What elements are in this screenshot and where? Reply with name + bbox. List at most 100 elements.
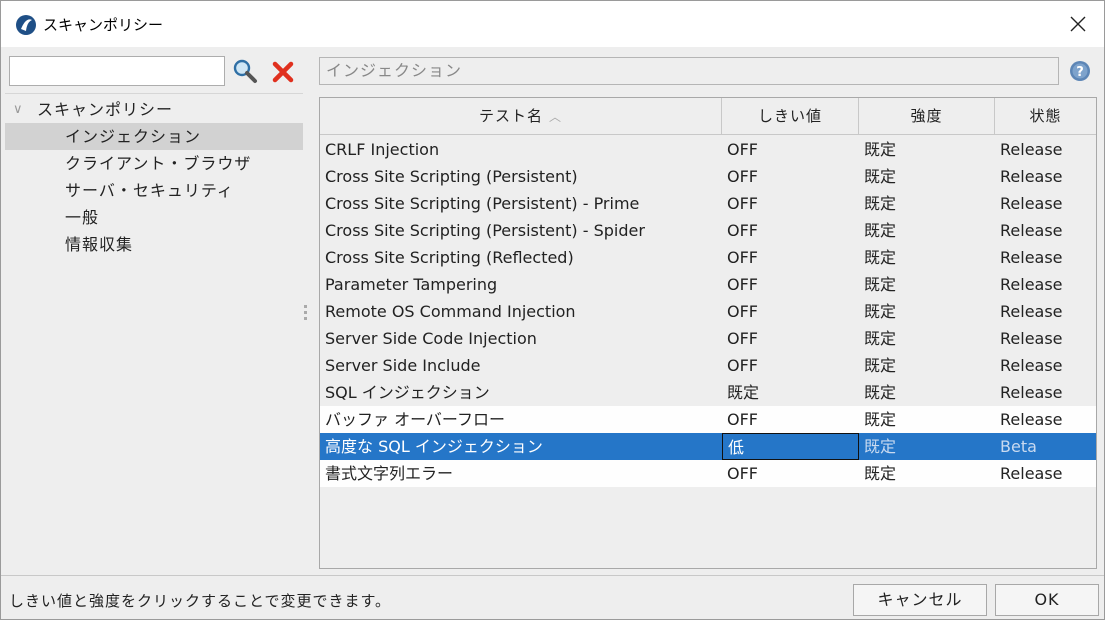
table-row[interactable]: SQL インジェクション 既定 既定 Release — [320, 379, 1096, 406]
cell-threshold[interactable]: OFF — [722, 136, 859, 163]
table-row[interactable]: Cross Site Scripting (Reflected) OFF 既定 Rel… — [320, 244, 1096, 271]
tree-root[interactable]: ∨ スキャンポリシー — [5, 96, 303, 123]
cell-strength[interactable]: 既定 — [859, 325, 995, 352]
cell-test-name: Server Side Code Injection — [325, 329, 537, 348]
cell-status: Release — [1000, 167, 1063, 186]
tree-root-label: スキャンポリシー — [37, 100, 174, 119]
help-icon[interactable]: ? — [1069, 60, 1091, 82]
cell-test-name: Cross Site Scripting (Reflected) — [325, 248, 574, 267]
table-row[interactable]: Server Side Code Injection OFF 既定 Release — [320, 325, 1096, 352]
table-row[interactable]: CRLF Injection OFF 既定 Release — [320, 136, 1096, 163]
status-bar: しきい値と強度をクリックすることで変更できます。 キャンセル OK — [1, 575, 1104, 619]
cell-threshold[interactable]: 既定 — [722, 379, 859, 406]
table-header: テスト名 ︿ しきい値 強度 状態 — [320, 98, 1096, 135]
cell-strength[interactable]: 既定 — [859, 406, 995, 433]
category-field: インジェクション — [319, 57, 1059, 85]
column-header-status[interactable]: 状態 — [995, 98, 1096, 135]
cell-strength[interactable]: 既定 — [859, 271, 995, 298]
tree-item-server-security[interactable]: サーバ・セキュリティ — [5, 177, 303, 204]
cell-test-name: CRLF Injection — [325, 140, 440, 159]
cell-strength[interactable]: 既定 — [859, 136, 995, 163]
cell-test-name: Server Side Include — [325, 356, 481, 375]
table-row[interactable]: Cross Site Scripting (Persistent) OFF 既定 Re… — [320, 163, 1096, 190]
table-row[interactable]: Cross Site Scripting (Persistent) - Prim… — [320, 190, 1096, 217]
tree-item-label: 情報収集 — [65, 235, 134, 254]
tree-item-general[interactable]: 一般 — [5, 204, 303, 231]
cell-test-name: Parameter Tampering — [325, 275, 498, 294]
cell-status: Release — [1000, 194, 1063, 213]
search-icon[interactable] — [231, 57, 259, 85]
cell-test-name: 書式文字列エラー — [325, 464, 454, 483]
cell-strength[interactable]: 既定 — [859, 379, 995, 406]
cell-strength[interactable]: 既定 — [859, 163, 995, 190]
tree-item-info-gathering[interactable]: 情報収集 — [5, 231, 303, 258]
panel-splitter[interactable] — [303, 47, 311, 575]
cell-strength[interactable]: 既定 — [859, 217, 995, 244]
cell-status: Release — [1000, 356, 1063, 375]
test-list-panel: インジェクション ? テスト名 ︿ しきい値 強度 状態 CRLF Injecti… — [311, 47, 1104, 575]
cell-test-name: Cross Site Scripting (Persistent) - Spid… — [325, 221, 645, 240]
cell-status: Release — [1000, 302, 1063, 321]
policy-tree-panel: ∨ スキャンポリシー インジェクション クライアント・ブラウザ サーバ・セキュリ… — [5, 47, 303, 575]
app-logo-icon — [16, 15, 36, 35]
window-title: スキャンポリシー — [43, 16, 164, 34]
cell-test-name: バッファ オーバーフロー — [325, 410, 505, 429]
cell-threshold[interactable]: OFF — [722, 190, 859, 217]
ok-button[interactable]: OK — [995, 584, 1099, 616]
cancel-button[interactable]: キャンセル — [853, 584, 987, 616]
close-button[interactable] — [1052, 1, 1104, 47]
table-row[interactable]: Cross Site Scripting (Persistent) - Spid… — [320, 217, 1096, 244]
cell-threshold[interactable]: OFF — [722, 406, 859, 433]
cell-test-name: Remote OS Command Injection — [325, 302, 576, 321]
table-row[interactable]: バッファ オーバーフロー OFF 既定 Release — [320, 406, 1096, 433]
table-row[interactable]: 高度な SQL インジェクション 低既定 Beta — [320, 433, 1096, 460]
tree-item-injection[interactable]: インジェクション — [5, 123, 303, 150]
cell-status: Release — [1000, 140, 1063, 159]
table-row[interactable]: Remote OS Command Injection OFF 既定 Release — [320, 298, 1096, 325]
cell-threshold[interactable]: OFF — [722, 325, 859, 352]
title-bar: スキャンポリシー — [1, 1, 1104, 47]
table-row[interactable]: Parameter Tampering OFF 既定 Release — [320, 271, 1096, 298]
close-icon — [1070, 16, 1086, 32]
cell-threshold[interactable]: OFF — [722, 460, 859, 487]
cell-status: Release — [1000, 464, 1063, 483]
test-table: テスト名 ︿ しきい値 強度 状態 CRLF Injection OFF 既定 Rele… — [319, 97, 1097, 569]
clear-search-icon[interactable] — [269, 58, 297, 86]
cell-strength[interactable]: 既定 — [859, 244, 995, 271]
cell-strength[interactable]: 既定 — [859, 190, 995, 217]
table-row[interactable]: Server Side Include OFF 既定 Release — [320, 352, 1096, 379]
tree-item-label: インジェクション — [65, 127, 202, 146]
cell-status: Release — [1000, 221, 1063, 240]
tree-item-label: サーバ・セキュリティ — [65, 181, 234, 200]
column-header-threshold[interactable]: しきい値 — [722, 98, 859, 135]
cell-test-name: Cross Site Scripting (Persistent) — [325, 167, 578, 186]
tree-item-label: 一般 — [65, 208, 100, 227]
policy-tree: ∨ スキャンポリシー インジェクション クライアント・ブラウザ サーバ・セキュリ… — [5, 93, 303, 575]
table-row[interactable]: 書式文字列エラー OFF 既定 Release — [320, 460, 1096, 487]
cell-test-name: 高度な SQL インジェクション — [325, 437, 543, 456]
tree-item-label: クライアント・ブラウザ — [65, 154, 252, 173]
cell-threshold[interactable]: OFF — [722, 244, 859, 271]
dialog-body: ∨ スキャンポリシー インジェクション クライアント・ブラウザ サーバ・セキュリ… — [1, 47, 1104, 575]
cell-strength[interactable]: 既定 — [859, 460, 995, 487]
cell-status: Beta — [1000, 437, 1037, 456]
cell-status: Release — [1000, 410, 1063, 429]
cell-strength[interactable]: 既定 — [859, 433, 995, 460]
cell-status: Release — [1000, 275, 1063, 294]
search-input[interactable] — [9, 56, 225, 86]
cell-threshold[interactable]: OFF — [722, 163, 859, 190]
cell-threshold[interactable]: OFF — [722, 217, 859, 244]
svg-text:?: ? — [1076, 65, 1084, 80]
cell-threshold[interactable]: OFF — [722, 298, 859, 325]
collapse-chevron-icon[interactable]: ∨ — [13, 96, 24, 123]
tree-item-client-browser[interactable]: クライアント・ブラウザ — [5, 150, 303, 177]
cell-threshold[interactable]: 低 — [722, 433, 859, 460]
cell-strength[interactable]: 既定 — [859, 298, 995, 325]
column-header-test-name[interactable]: テスト名 ︿ — [320, 98, 722, 135]
column-header-strength[interactable]: 強度 — [859, 98, 995, 135]
cell-threshold[interactable]: OFF — [722, 271, 859, 298]
cell-threshold[interactable]: OFF — [722, 352, 859, 379]
cell-test-name: SQL インジェクション — [325, 383, 490, 402]
cell-test-name: Cross Site Scripting (Persistent) - Prim… — [325, 194, 640, 213]
cell-strength[interactable]: 既定 — [859, 352, 995, 379]
